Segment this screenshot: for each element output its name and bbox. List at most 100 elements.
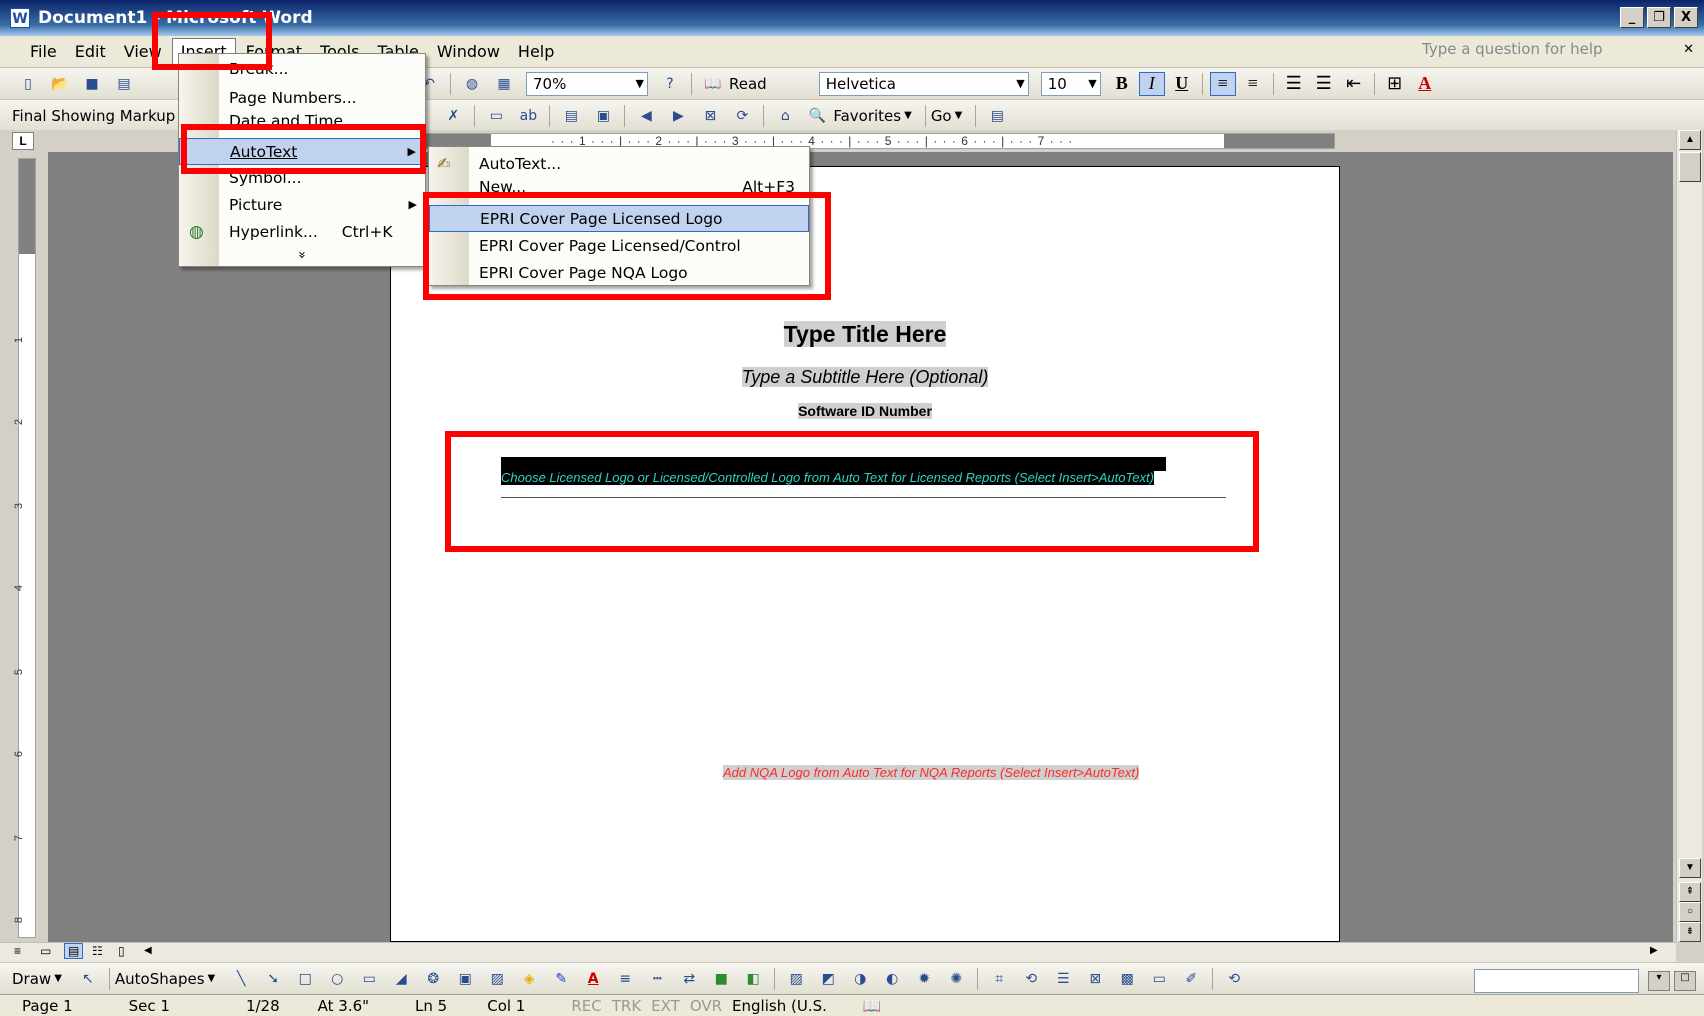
more-brightness-icon[interactable]: ✹ <box>912 968 936 990</box>
help-search-box[interactable] <box>1474 969 1639 993</box>
save-icon[interactable]: ■ <box>80 73 104 95</box>
spelling-status-icon[interactable]: 📖 <box>863 997 882 1015</box>
menu-window[interactable]: Window <box>429 39 508 64</box>
font-color-icon[interactable]: A <box>581 968 605 990</box>
software-id-field[interactable]: Software ID Number <box>798 403 932 419</box>
font-select[interactable]: Helvetica ▼ <box>818 71 1029 96</box>
new-comment-icon[interactable]: ▭ <box>484 105 508 127</box>
rotate-icon[interactable]: ⟲ <box>1019 968 1043 990</box>
picture-icon[interactable]: ▨ <box>485 968 509 990</box>
insert-table-icon[interactable]: ▦ <box>492 73 516 95</box>
dash-style-icon[interactable]: ┅ <box>645 968 669 990</box>
go-menu[interactable]: Go <box>931 107 952 125</box>
document-title[interactable]: Type Title Here <box>783 321 947 347</box>
horizontal-scrollbar[interactable]: ≡ ▭ ▤ ☷ ▯ ◀ ▶ <box>0 942 1676 962</box>
less-brightness-icon[interactable]: ✺ <box>944 968 968 990</box>
line-weight-icon[interactable]: ☰ <box>1051 968 1075 990</box>
bold-button[interactable]: B <box>1109 72 1135 96</box>
arrow-icon[interactable]: ➘ <box>261 968 285 990</box>
open-folder-icon[interactable]: 📂 <box>48 73 72 95</box>
minimize-pane-icon[interactable]: ▾ <box>1648 971 1670 991</box>
tab-selector[interactable]: L <box>12 132 34 150</box>
arrow-style-icon[interactable]: ⇄ <box>677 968 701 990</box>
3d-style-icon[interactable]: ◧ <box>741 968 765 990</box>
compress-pictures-icon[interactable]: ⊠ <box>1083 968 1107 990</box>
scroll-down-icon[interactable]: ▼ <box>1679 858 1701 878</box>
menu-item-autotext-dialog[interactable]: ✍ AutoText... <box>429 150 809 177</box>
shadow-style-icon[interactable]: ■ <box>709 968 733 990</box>
font-size-select[interactable]: 10 ▼ <box>1040 71 1101 96</box>
clip-art-icon[interactable]: ▣ <box>453 968 477 990</box>
more-contrast-icon[interactable]: ◑ <box>848 968 872 990</box>
line-style-icon[interactable]: ≡ <box>613 968 637 990</box>
select-browse-object-icon[interactable]: ○ <box>1679 902 1701 922</box>
align-center-icon[interactable]: ≡ <box>1240 72 1266 96</box>
status-language[interactable]: English (U.S. <box>732 997 827 1015</box>
menu-item-hyperlink[interactable]: ◍ Hyperlink... Ctrl+K <box>179 218 425 245</box>
restore-button[interactable]: ❐ <box>1647 7 1671 28</box>
close-button[interactable]: X <box>1674 7 1698 28</box>
web-layout-view-icon[interactable]: ▭ <box>40 944 51 958</box>
wordart-icon[interactable]: ◢ <box>389 968 413 990</box>
scroll-up-icon[interactable]: ▲ <box>1679 130 1701 150</box>
document-subtitle[interactable]: Type a Subtitle Here (Optional) <box>741 367 989 387</box>
oval-icon[interactable]: ○ <box>325 968 349 990</box>
print-icon[interactable]: ▤ <box>112 73 136 95</box>
read-book-icon[interactable]: 📖 <box>701 73 725 95</box>
nqa-logo-instruction[interactable]: Add NQA Logo from Auto Text for NQA Repo… <box>723 765 1140 780</box>
vertical-scrollbar[interactable]: ▲ ▼ ⇞ ○ ⇟ <box>1676 130 1702 942</box>
favorites-menu[interactable]: Favorites <box>833 107 901 125</box>
insert-picture-icon[interactable]: ▨ <box>784 968 808 990</box>
menu-help[interactable]: Help <box>510 39 562 64</box>
scroll-left-icon[interactable]: ◀ <box>144 945 152 956</box>
outline-view-icon[interactable]: ☷ <box>92 944 103 958</box>
show-only-web-toolbar-icon[interactable]: ▤ <box>985 105 1009 127</box>
help-icon[interactable]: ? <box>658 73 682 95</box>
minimize-button[interactable]: _ <box>1620 7 1644 28</box>
underline-button[interactable]: U <box>1169 72 1195 96</box>
refresh-icon[interactable]: ⟳ <box>730 105 754 127</box>
menu-file[interactable]: File <box>22 39 65 64</box>
numbering-icon[interactable]: ☰ <box>1281 72 1307 96</box>
rectangle-icon[interactable]: □ <box>293 968 317 990</box>
text-wrapping-icon[interactable]: ▩ <box>1115 968 1139 990</box>
crop-icon[interactable]: ⌗ <box>987 968 1011 990</box>
next-page-icon[interactable]: ⇟ <box>1679 922 1701 942</box>
bullets-icon[interactable]: ☰ <box>1311 72 1337 96</box>
scroll-right-icon[interactable]: ▶ <box>1650 945 1658 956</box>
expand-menu-icon[interactable]: » <box>291 244 309 266</box>
menu-edit[interactable]: Edit <box>67 39 114 64</box>
maximize-pane-icon[interactable]: □ <box>1674 971 1696 991</box>
status-trk[interactable]: TRK <box>612 997 641 1015</box>
status-ovr[interactable]: OVR <box>690 997 722 1015</box>
home-icon[interactable]: ⌂ <box>773 105 797 127</box>
print-layout-view-icon[interactable]: ▤ <box>64 943 84 959</box>
image-control-icon[interactable]: ◩ <box>816 968 840 990</box>
search-web-icon[interactable]: 🔍 <box>805 105 829 127</box>
back-icon[interactable]: ◀ <box>634 105 658 127</box>
previous-page-icon[interactable]: ⇞ <box>1679 882 1701 902</box>
web-page-icon[interactable]: ▣ <box>591 105 615 127</box>
menu-item-picture[interactable]: Picture ▶ <box>179 191 425 218</box>
new-document-icon[interactable]: ▯ <box>16 73 40 95</box>
italic-button[interactable]: I <box>1138 71 1165 96</box>
line-color-icon[interactable]: ✎ <box>549 968 573 990</box>
set-transparent-color-icon[interactable]: ✐ <box>1179 968 1203 990</box>
reset-picture-icon[interactable]: ⟲ <box>1222 968 1246 990</box>
decrease-indent-icon[interactable]: ⇤ <box>1341 72 1367 96</box>
align-left-icon[interactable]: ≡ <box>1209 71 1236 96</box>
word-app-icon[interactable]: W <box>10 8 30 28</box>
font-color-icon[interactable]: A <box>1412 72 1438 96</box>
status-rec[interactable]: REC <box>571 997 601 1015</box>
reject-change-icon[interactable]: ✗ <box>441 105 465 127</box>
normal-view-icon[interactable]: ≡ <box>14 944 21 958</box>
borders-icon[interactable]: ⊞ <box>1382 72 1408 96</box>
draw-menu[interactable]: Draw <box>12 970 51 988</box>
diagram-icon[interactable]: ❂ <box>421 968 445 990</box>
format-picture-icon[interactable]: ▭ <box>1147 968 1171 990</box>
autoshapes-menu[interactable]: AutoShapes <box>115 970 205 988</box>
globe-icon[interactable]: ◍ <box>460 73 484 95</box>
forward-icon[interactable]: ▶ <box>666 105 690 127</box>
select-objects-icon[interactable]: ↖ <box>76 968 100 990</box>
help-question-input[interactable]: Type a question for help <box>1422 40 1652 58</box>
